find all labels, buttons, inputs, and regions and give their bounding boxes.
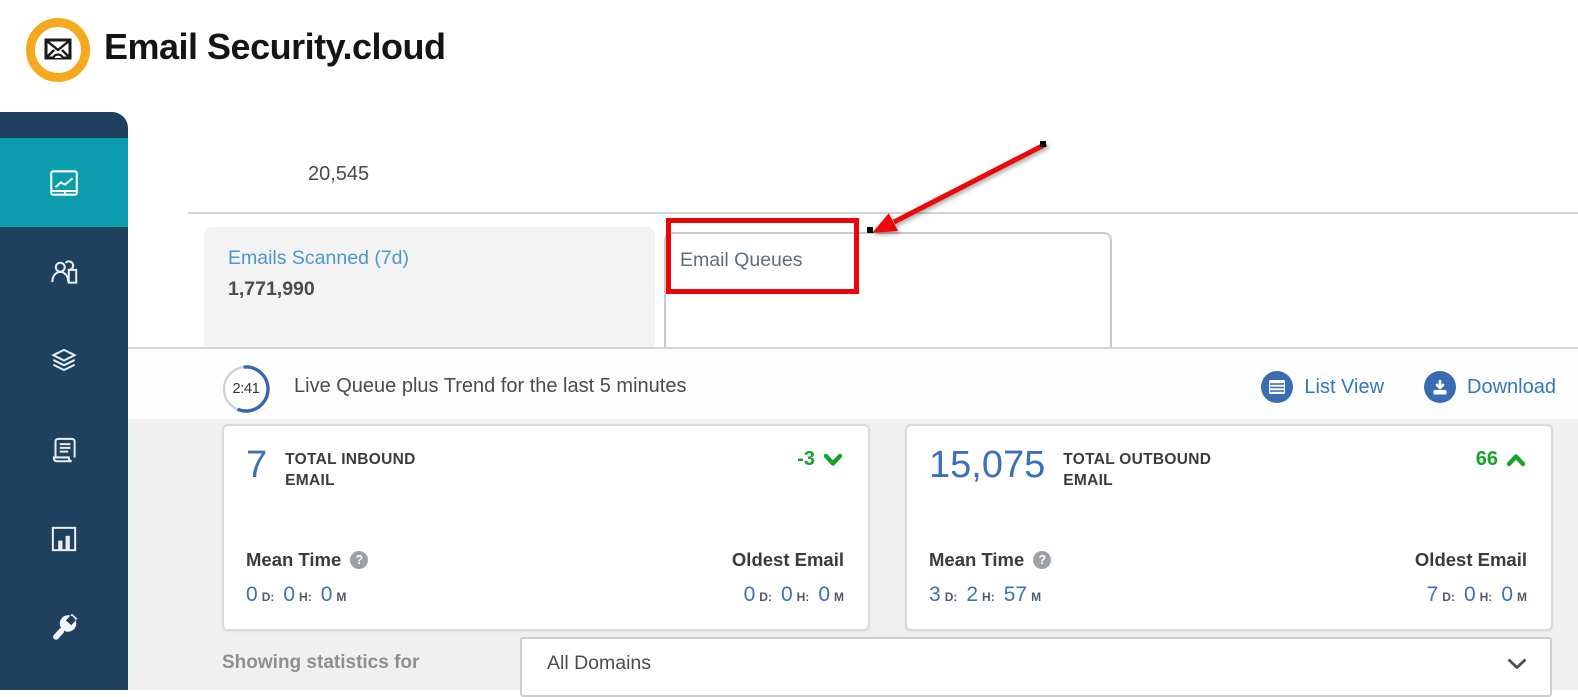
outbound-delta: 66 — [1476, 448, 1527, 471]
sidebar-nav — [0, 112, 128, 690]
outbound-count: 15,075 — [929, 444, 1046, 486]
envelope-icon — [44, 38, 72, 60]
sidebar-item-services[interactable] — [0, 316, 128, 405]
outbound-mean-time-value: 3 D: 2 H: 57 M — [929, 583, 1042, 606]
wrench-icon — [53, 613, 78, 640]
chevron-up-icon — [1506, 453, 1526, 466]
tab-emails-scanned-value: 1,771,990 — [228, 278, 315, 300]
inbound-oldest-label: Oldest Email — [731, 549, 844, 570]
outbound-oldest-label: Oldest Email — [1414, 549, 1527, 570]
inbound-mean-time-value: 0 D: 0 H: 0 M — [246, 583, 347, 606]
outbound-card-label: TOTAL OUTBOUND EMAIL — [1063, 451, 1212, 489]
total-outbound-card: 15,075 TOTAL OUTBOUND EMAIL 66 Mean Time… — [905, 424, 1553, 631]
download-button[interactable]: Download — [1424, 371, 1556, 403]
chevron-down-icon — [1506, 657, 1528, 675]
list-view-icon — [1261, 371, 1294, 403]
inbound-count: 7 — [246, 444, 268, 486]
stats-filter-label: Showing statistics for — [222, 652, 420, 673]
section-divider — [188, 212, 1578, 214]
sidebar-item-reports[interactable] — [0, 494, 128, 583]
app-header: Email Security.cloud — [0, 0, 1578, 100]
inbound-delta-value: -3 — [797, 448, 815, 470]
sidebar-item-logs[interactable] — [0, 405, 128, 494]
queue-section-title: Live Queue plus Trend for the last 5 min… — [294, 375, 687, 397]
outbound-oldest-value: 7 D: 0 H: 0 M — [1426, 583, 1527, 606]
sidebar-item-users[interactable] — [0, 227, 128, 316]
outbound-mean-time-label: Mean Time ? — [929, 549, 1052, 571]
tab-email-queues-label: Email Queues — [680, 249, 803, 271]
download-label: Download — [1467, 375, 1556, 398]
tab-emails-scanned[interactable]: Emails Scanned (7d) 1,771,990 — [204, 227, 655, 347]
help-icon[interactable]: ? — [1033, 551, 1052, 569]
help-icon[interactable]: ? — [350, 551, 369, 569]
inbound-mean-time-label: Mean Time ? — [246, 549, 369, 571]
list-view-label: List View — [1304, 375, 1385, 398]
inbound-delta: -3 — [797, 448, 844, 471]
total-inbound-card: 7 TOTAL INBOUND EMAIL -3 Mean Time ? Old… — [222, 424, 870, 631]
annotation-handle — [1040, 141, 1046, 147]
dashboard-icon — [50, 169, 78, 196]
list-view-button[interactable]: List View — [1261, 371, 1384, 403]
inbound-oldest-value: 0 D: 0 H: 0 M — [743, 583, 844, 606]
bar-chart-icon — [51, 526, 77, 551]
chevron-down-icon — [823, 453, 843, 466]
sidebar-item-tools[interactable] — [0, 583, 128, 672]
layers-icon — [51, 348, 77, 371]
domain-select-value: All Domains — [547, 652, 652, 674]
timer-countdown: 2:41 — [232, 381, 260, 397]
download-icon — [1424, 371, 1457, 403]
outbound-delta-value: 66 — [1475, 448, 1498, 470]
inbound-card-label: TOTAL INBOUND EMAIL — [285, 451, 416, 489]
annotation-arrow — [872, 141, 1048, 233]
tab-emails-scanned-label: Emails Scanned (7d) — [228, 247, 410, 269]
refresh-timer: 2:41 — [220, 363, 272, 415]
scroll-report-icon — [52, 437, 76, 462]
users-icon — [51, 259, 78, 284]
page-title: Email Security.cloud — [104, 26, 446, 67]
sidebar-item-dashboard[interactable] — [0, 138, 128, 227]
top-metric-value: 20,545 — [308, 163, 370, 185]
email-queues-panel: 2:41 Live Queue plus Trend for the last … — [128, 347, 1578, 697]
domain-select[interactable]: All Domains — [520, 637, 1552, 697]
tab-email-queues[interactable]: Email Queues — [664, 232, 1112, 347]
brand-logo-icon — [26, 18, 90, 82]
